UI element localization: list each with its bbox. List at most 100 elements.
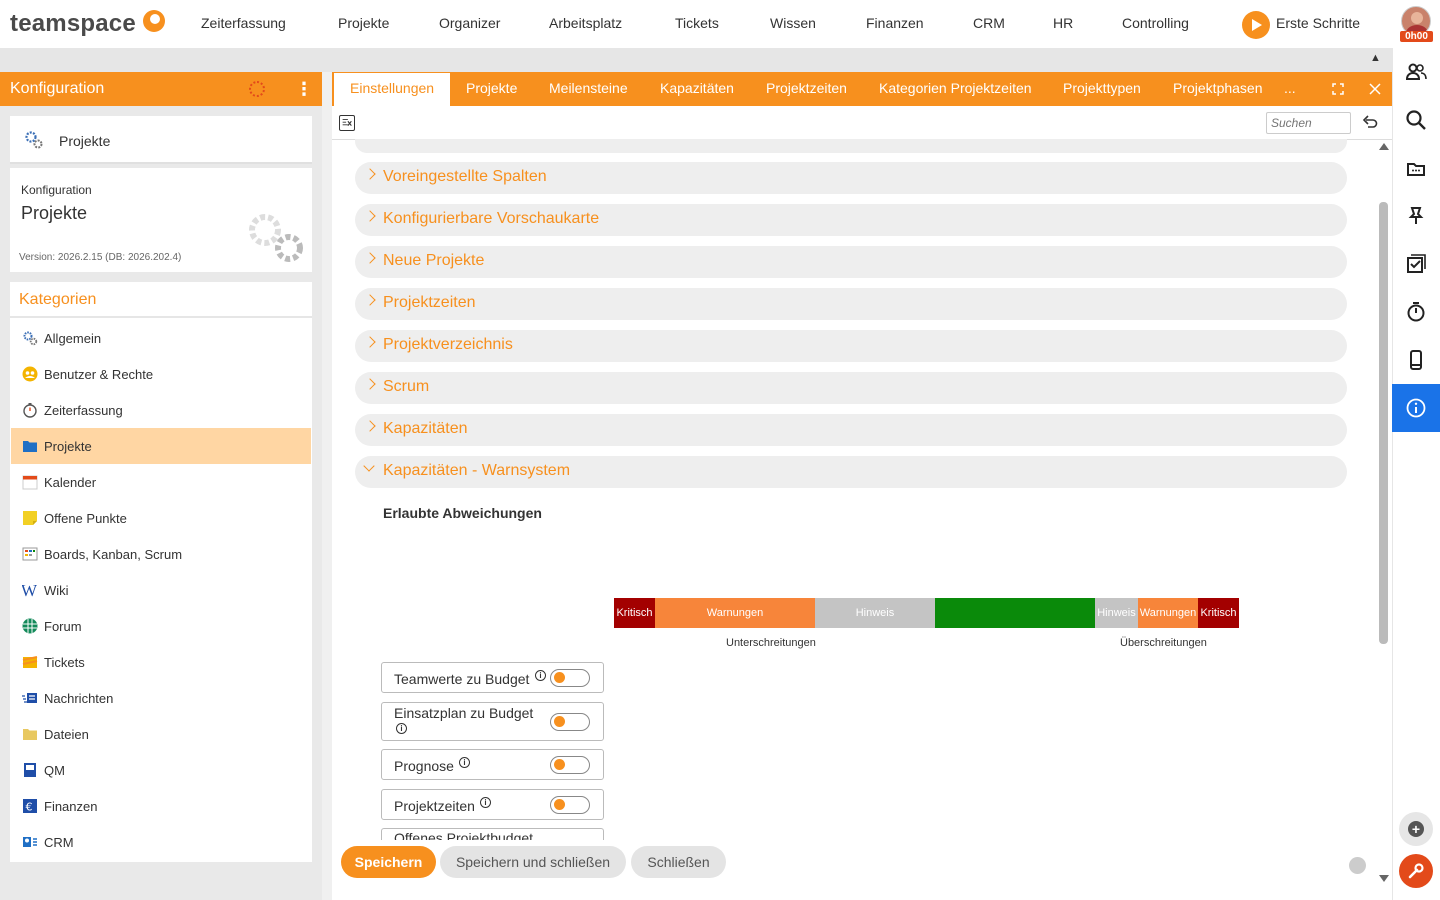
section-voreingestellte-spalten[interactable]: Voreingestellte Spalten (355, 162, 1347, 194)
nav-arbeitsplatz[interactable]: Arbeitsplatz (549, 15, 622, 31)
module-card (10, 116, 312, 164)
tab-kapazitaeten[interactable]: Kapazitäten (660, 72, 734, 106)
section-title: Projektzeiten (383, 294, 476, 311)
tab-projekte[interactable]: Projekte (466, 72, 517, 106)
scroll-up-arrow-icon[interactable] (1379, 143, 1389, 150)
info-icon[interactable]: i (396, 723, 407, 734)
info-icon (1406, 398, 1426, 418)
nav-projekte[interactable]: Projekte (338, 15, 389, 31)
nav-crm[interactable]: CRM (973, 15, 1005, 31)
toggle-switch[interactable] (550, 756, 590, 774)
save-and-close-button[interactable]: Speichern und schließen (440, 846, 626, 878)
scrollbar-thumb[interactable] (1379, 202, 1388, 644)
more-vertical-icon[interactable]: ⋮ (295, 80, 313, 98)
close-icon[interactable] (1369, 83, 1381, 95)
pin-button[interactable] (1392, 192, 1440, 240)
category-nachrichten[interactable]: Nachrichten (11, 680, 311, 716)
user-icon[interactable] (1349, 857, 1366, 874)
tasks-button[interactable] (1392, 240, 1440, 288)
category-zeiterfassung[interactable]: Zeiterfassung (11, 392, 311, 428)
settings-button[interactable] (1399, 854, 1433, 888)
section-projektverzeichnis[interactable]: Projektverzeichnis (355, 330, 1347, 362)
info-icon[interactable]: i (535, 670, 546, 681)
bug-icon[interactable] (249, 81, 265, 97)
maximize-icon[interactable] (1332, 83, 1344, 95)
brand-logo[interactable]: teamspace (10, 10, 136, 38)
nav-controlling[interactable]: Controlling (1122, 15, 1189, 31)
collapse-up-icon[interactable]: ▲ (1370, 52, 1381, 64)
category-finanzen[interactable]: € Finanzen (11, 788, 311, 824)
deviation-segment-critical-under: Kritisch (614, 598, 655, 628)
deviation-segment-hint-over: Hinweis (1095, 598, 1138, 628)
excel-export-icon[interactable] (339, 115, 355, 131)
tab-einstellungen[interactable]: Einstellungen (350, 72, 434, 106)
brand-logo-mark-icon (143, 10, 165, 32)
section-scrum[interactable]: Scrum (355, 372, 1347, 404)
contacts-button[interactable] (1392, 48, 1440, 96)
category-benutzer-rechte[interactable]: Benutzer & Rechte (11, 356, 311, 392)
tab-projektphasen[interactable]: Projektphasen (1173, 72, 1263, 106)
category-label: Wiki (44, 583, 69, 598)
search-input[interactable] (1266, 112, 1351, 134)
toggle-label: Projektzeiten (394, 798, 475, 814)
tab-meilensteine[interactable]: Meilensteine (549, 72, 628, 106)
toggle-switch[interactable] (550, 796, 590, 814)
tab-more[interactable]: ... (1284, 72, 1296, 106)
category-forum[interactable]: Forum (11, 608, 311, 644)
section-projektzeiten[interactable]: Projektzeiten (355, 288, 1347, 320)
timer-button[interactable] (1392, 288, 1440, 336)
search-button[interactable] (1392, 96, 1440, 144)
nav-tickets[interactable]: Tickets (675, 15, 719, 31)
toggle-switch[interactable] (550, 713, 590, 731)
category-offene-punkte[interactable]: Offene Punkte (11, 500, 311, 536)
tab-projekttypen[interactable]: Projekttypen (1063, 72, 1141, 106)
nav-hr[interactable]: HR (1053, 15, 1073, 31)
nav-zeiterfassung[interactable]: Zeiterfassung (201, 15, 286, 31)
scroll-down-arrow-icon[interactable] (1379, 875, 1389, 882)
add-icon[interactable] (1399, 812, 1433, 846)
category-wiki[interactable]: W Wiki (11, 572, 311, 608)
folder-icon (23, 441, 37, 452)
category-qm[interactable]: QM (11, 752, 311, 788)
category-allgemein[interactable]: Allgemein (11, 320, 311, 356)
info-icon[interactable]: i (459, 757, 470, 768)
section-neue-projekte[interactable]: Neue Projekte (355, 246, 1347, 278)
module-info-subtitle: Konfiguration (21, 183, 92, 197)
section-title: Voreingestellte Spalten (383, 168, 547, 185)
category-dateien[interactable]: Dateien (11, 716, 311, 752)
info-button[interactable] (1392, 384, 1440, 432)
module-card-label: Projekte (59, 133, 111, 149)
nav-finanzen[interactable]: Finanzen (866, 15, 924, 31)
nav-wissen[interactable]: Wissen (770, 15, 816, 31)
save-button[interactable]: Speichern (341, 846, 436, 878)
gears-icon (25, 131, 43, 149)
version-text: Version: 2026.2.15 (DB: 2026.202.4) (19, 252, 182, 263)
tab-projektzeiten[interactable]: Projektzeiten (766, 72, 847, 106)
play-icon[interactable] (1242, 11, 1270, 39)
category-tickets[interactable]: Tickets (11, 644, 311, 680)
section-kapazitaeten[interactable]: Kapazitäten (355, 414, 1347, 446)
tab-kategorien-projektzeiten[interactable]: Kategorien Projektzeiten (879, 72, 1032, 106)
undo-icon[interactable] (1362, 114, 1378, 130)
toggle-switch[interactable] (550, 669, 590, 687)
toggle-label: Einsatzplan zu Budget (394, 705, 534, 721)
users-icon (22, 366, 38, 382)
nav-organizer[interactable]: Organizer (439, 15, 500, 31)
category-kalender[interactable]: Kalender (11, 464, 311, 500)
info-icon[interactable]: i (480, 797, 491, 808)
close-button[interactable]: Schließen (631, 846, 726, 878)
erste-schritte-link[interactable]: Erste Schritte (1276, 15, 1360, 31)
section-kapazitaeten-warnsystem[interactable]: Kapazitäten - Warnsystem (355, 456, 1347, 488)
category-label: Offene Punkte (44, 511, 127, 526)
category-crm[interactable]: CRM (11, 824, 311, 860)
mobile-button[interactable] (1392, 336, 1440, 384)
timer-badge[interactable]: 0h00 (1400, 31, 1433, 42)
section-konfigurierbare-vorschaukarte[interactable]: Konfigurierbare Vorschaukarte (355, 204, 1347, 236)
inbox-button[interactable] (1392, 144, 1440, 192)
category-boards[interactable]: Boards, Kanban, Scrum (11, 536, 311, 572)
chevron-right-icon (364, 294, 376, 306)
toggle-label: Offenes Projektbudget (394, 830, 534, 840)
category-projekte[interactable]: Projekte (11, 428, 311, 464)
stopwatch-icon (1407, 302, 1425, 322)
chevron-right-icon (364, 168, 376, 180)
